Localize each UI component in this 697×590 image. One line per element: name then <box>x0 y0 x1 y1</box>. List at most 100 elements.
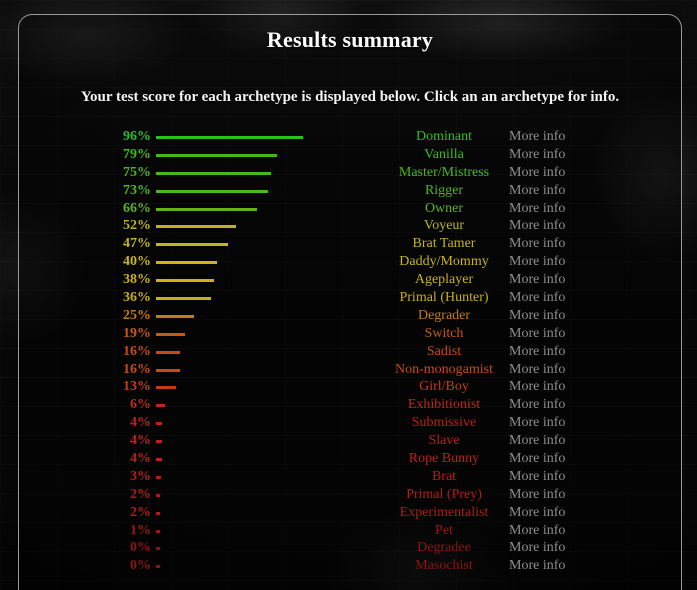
more-info-link[interactable]: More info <box>509 396 649 414</box>
result-row[interactable]: 4% Submissive More info <box>19 414 681 432</box>
result-percent: 75% <box>123 164 151 180</box>
result-row[interactable]: 96% Dominant More info <box>19 128 681 146</box>
result-bar-track <box>156 189 316 193</box>
result-row[interactable]: 66% Owner More info <box>19 200 681 218</box>
more-info-link[interactable]: More info <box>509 504 649 522</box>
more-info-link[interactable]: More info <box>509 289 649 307</box>
result-percent: 3% <box>130 468 151 484</box>
result-row[interactable]: 40% Daddy/Mommy More info <box>19 253 681 271</box>
result-bar-track <box>156 511 316 515</box>
result-bar-fill <box>156 475 161 479</box>
results-panel-inner: Results summary Your test score for each… <box>19 15 681 590</box>
result-row[interactable]: 2% Experimentalist More info <box>19 504 681 522</box>
result-percent: 47% <box>123 236 151 252</box>
more-info-link[interactable]: More info <box>509 378 649 396</box>
result-row[interactable]: 52% Voyeur More info <box>19 217 681 235</box>
result-bar-track <box>156 529 316 533</box>
more-info-link[interactable]: More info <box>509 486 649 504</box>
result-bar-fill <box>156 153 277 157</box>
result-percent: 2% <box>130 486 151 502</box>
result-bar-fill <box>156 457 163 461</box>
result-row[interactable]: 6% Exhibitionist More info <box>19 396 681 414</box>
more-info-link[interactable]: More info <box>509 361 649 379</box>
result-bar-fill <box>156 422 163 426</box>
result-bar-track <box>156 565 316 569</box>
results-list: 96% Dominant More info 79% Vanilla More info 7… <box>19 128 681 575</box>
result-bar-track <box>156 547 316 551</box>
result-bar-track <box>156 135 316 139</box>
more-info-link[interactable]: More info <box>509 343 649 361</box>
result-bar-track <box>156 332 316 336</box>
result-percent: 19% <box>123 325 151 341</box>
result-percent: 4% <box>130 415 151 431</box>
result-row[interactable]: 1% Pet More info <box>19 522 681 540</box>
more-info-link[interactable]: More info <box>509 468 649 486</box>
more-info-link[interactable]: More info <box>509 164 649 182</box>
result-row[interactable]: 73% Rigger More info <box>19 182 681 200</box>
more-info-link[interactable]: More info <box>509 557 649 575</box>
result-percent: 4% <box>130 433 151 449</box>
result-row[interactable]: 47% Brat Tamer More info <box>19 235 681 253</box>
result-row[interactable]: 3% Brat More info <box>19 468 681 486</box>
result-bar-track <box>156 243 316 247</box>
more-info-link[interactable]: More info <box>509 128 649 146</box>
result-bar-track <box>156 440 316 444</box>
result-bar-track <box>156 225 316 229</box>
result-bar-fill <box>156 440 163 444</box>
result-percent: 0% <box>130 540 151 556</box>
result-row[interactable]: 79% Vanilla More info <box>19 146 681 164</box>
result-bar-fill <box>156 511 160 515</box>
result-row[interactable]: 0% Degradee More info <box>19 539 681 557</box>
more-info-link[interactable]: More info <box>509 414 649 432</box>
more-info-link[interactable]: More info <box>509 235 649 253</box>
result-row[interactable]: 16% Sadist More info <box>19 343 681 361</box>
result-bar-fill <box>156 314 195 318</box>
result-row[interactable]: 4% Slave More info <box>19 432 681 450</box>
page-subtitle: Your test score for each archetype is di… <box>80 89 620 105</box>
more-info-link[interactable]: More info <box>509 182 649 200</box>
result-bar-fill <box>156 529 160 533</box>
result-percent: 2% <box>130 504 151 520</box>
result-percent: 36% <box>123 290 151 306</box>
more-info-link[interactable]: More info <box>509 217 649 235</box>
more-info-link[interactable]: More info <box>509 146 649 164</box>
result-bar-fill <box>156 243 228 247</box>
result-percent: 4% <box>130 451 151 467</box>
result-bar-track <box>156 296 316 300</box>
result-row[interactable]: 4% Rope Bunny More info <box>19 450 681 468</box>
result-row[interactable]: 0% Masochist More info <box>19 557 681 575</box>
result-bar-track <box>156 404 316 408</box>
result-row[interactable]: 36% Primal (Hunter) More info <box>19 289 681 307</box>
result-percent: 6% <box>130 397 151 413</box>
more-info-link[interactable]: More info <box>509 539 649 557</box>
more-info-link[interactable]: More info <box>509 432 649 450</box>
result-percent: 79% <box>123 146 151 162</box>
result-row[interactable]: 19% Switch More info <box>19 325 681 343</box>
result-bar-track <box>156 422 316 426</box>
result-bar-fill <box>156 332 186 336</box>
result-row[interactable]: 16% Non-monogamist More info <box>19 361 681 379</box>
result-row[interactable]: 38% Ageplayer More info <box>19 271 681 289</box>
page-title: Results summary <box>266 27 434 52</box>
result-row[interactable]: 75% Master/Mistress More info <box>19 164 681 182</box>
result-bar-fill <box>156 404 166 408</box>
result-percent: 73% <box>123 182 151 198</box>
result-percent: 40% <box>123 254 151 270</box>
result-row[interactable]: 25% Degrader More info <box>19 307 681 325</box>
more-info-link[interactable]: More info <box>509 325 649 343</box>
result-row[interactable]: 2% Primal (Prey) More info <box>19 486 681 504</box>
more-info-link[interactable]: More info <box>509 200 649 218</box>
result-row[interactable]: 13% Girl/Boy More info <box>19 378 681 396</box>
more-info-link[interactable]: More info <box>509 522 649 540</box>
result-bar-fill <box>156 350 181 354</box>
result-percent: 0% <box>130 558 151 574</box>
more-info-link[interactable]: More info <box>509 450 649 468</box>
result-bar-fill <box>156 296 212 300</box>
result-bar-fill <box>156 135 303 139</box>
result-bar-fill <box>156 547 160 551</box>
more-info-link[interactable]: More info <box>509 271 649 289</box>
more-info-link[interactable]: More info <box>509 253 649 271</box>
more-info-link[interactable]: More info <box>509 307 649 325</box>
result-bar-track <box>156 457 316 461</box>
result-percent: 66% <box>123 200 151 216</box>
